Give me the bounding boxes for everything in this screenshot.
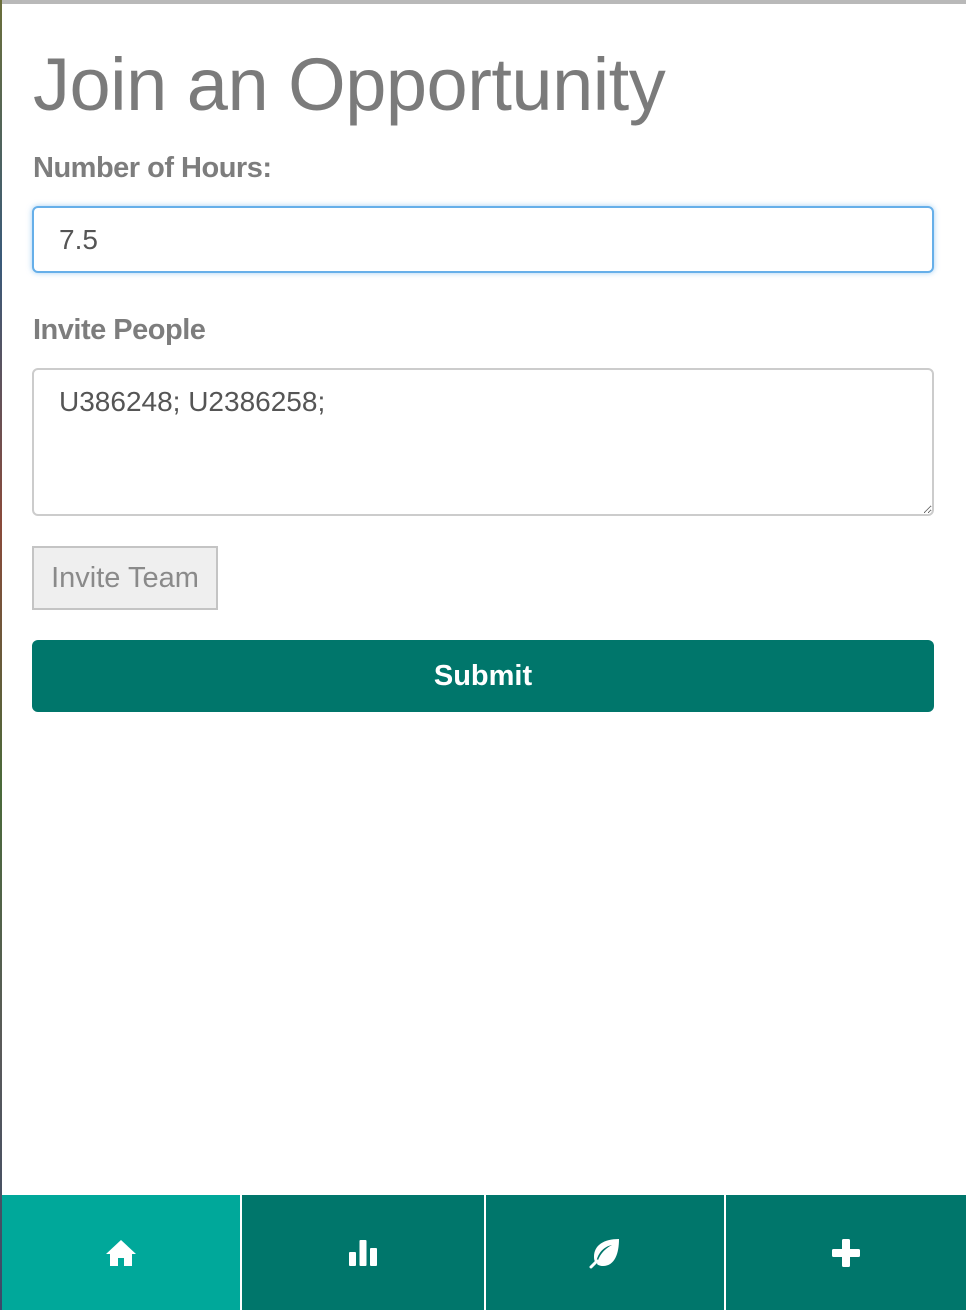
home-icon — [105, 1238, 137, 1268]
invite-people-label: Invite People — [33, 314, 206, 346]
hours-input[interactable] — [32, 206, 934, 273]
nav-item-leaf[interactable] — [486, 1195, 726, 1310]
bottom-nav — [2, 1195, 966, 1310]
nav-item-add[interactable] — [726, 1195, 966, 1310]
hours-label: Number of Hours: — [33, 152, 272, 184]
leaf-icon — [588, 1237, 622, 1269]
page-title: Join an Opportunity — [33, 43, 666, 126]
bar-chart-icon — [348, 1238, 378, 1268]
window-left-edge — [0, 0, 2, 1310]
submit-button[interactable]: Submit — [32, 640, 934, 712]
invite-people-textarea[interactable]: U386248; U2386258; — [32, 368, 934, 516]
window-top-edge — [0, 0, 966, 4]
nav-item-stats[interactable] — [242, 1195, 486, 1310]
plus-icon — [831, 1238, 861, 1268]
nav-item-home[interactable] — [2, 1195, 242, 1310]
invite-team-button[interactable]: Invite Team — [32, 546, 218, 610]
